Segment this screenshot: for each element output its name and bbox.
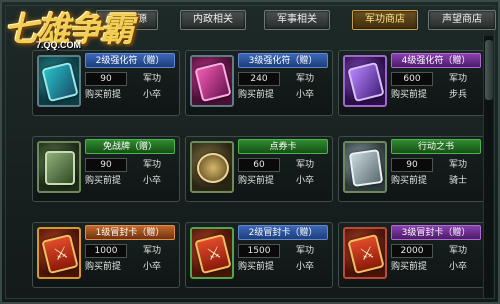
title-card-icon bbox=[41, 233, 79, 275]
title-card-icon bbox=[347, 233, 385, 275]
game-logo: 七雄争霸 7.QQ.COM bbox=[4, 2, 134, 58]
tab-military-merit-shop[interactable]: 军功商店 bbox=[352, 10, 418, 30]
title-card-icon bbox=[194, 233, 232, 275]
price-currency: 军功 bbox=[143, 74, 162, 84]
item-name: 1级冒封卡（赠） bbox=[85, 225, 175, 240]
scrollbar-thumb[interactable] bbox=[485, 40, 493, 100]
item-icon-slot bbox=[343, 141, 387, 193]
required-rank: 小卒 bbox=[449, 262, 468, 272]
shop-scrollbar[interactable] bbox=[483, 36, 493, 298]
item-price: 90 bbox=[391, 158, 433, 172]
requirement-label: 购买前提 bbox=[85, 176, 122, 186]
required-rank: 小卒 bbox=[143, 90, 162, 100]
item-name: 4级强化符（赠） bbox=[391, 53, 481, 68]
logo-subtitle: 7.QQ.COM bbox=[36, 40, 82, 50]
item-price: 90 bbox=[85, 158, 127, 172]
item-price: 1500 bbox=[238, 244, 280, 258]
shop-item-card[interactable]: 点券卡 60 军功 购买前提 小卒 bbox=[185, 136, 333, 202]
price-currency: 军功 bbox=[296, 246, 315, 256]
requirement-label: 购买前提 bbox=[238, 90, 275, 100]
tab-military[interactable]: 军事相关 bbox=[264, 10, 330, 30]
price-currency: 军功 bbox=[143, 160, 162, 170]
requirement-label: 购买前提 bbox=[238, 176, 275, 186]
requirement-label: 购买前提 bbox=[85, 90, 122, 100]
item-price: 90 bbox=[85, 72, 127, 86]
item-name: 行动之书 bbox=[391, 139, 481, 154]
item-icon-slot bbox=[190, 141, 234, 193]
enhance-scroll-icon bbox=[194, 61, 232, 103]
item-icon-slot bbox=[343, 227, 387, 279]
price-currency: 军功 bbox=[449, 74, 468, 84]
item-name: 2级冒封卡（赠） bbox=[238, 225, 328, 240]
item-name: 3级冒封卡（赠） bbox=[391, 225, 481, 240]
required-rank: 小卒 bbox=[143, 262, 162, 272]
enhance-scroll-icon bbox=[41, 61, 79, 103]
shop-item-card[interactable]: 免战牌（赠） 90 军功 购买前提 小卒 bbox=[32, 136, 180, 202]
enhance-scroll-icon bbox=[347, 61, 385, 103]
requirement-label: 购买前提 bbox=[391, 262, 428, 272]
item-name: 免战牌（赠） bbox=[85, 139, 175, 154]
required-rank: 骑士 bbox=[449, 176, 468, 186]
item-name: 点券卡 bbox=[238, 139, 328, 154]
required-rank: 小卒 bbox=[143, 176, 162, 186]
requirement-label: 购买前提 bbox=[391, 176, 428, 186]
shop-item-card[interactable]: 3级冒封卡（赠） 2000 军功 购买前提 小卒 bbox=[338, 222, 486, 288]
item-name: 3级强化符（赠） bbox=[238, 53, 328, 68]
shop-item-card[interactable]: 2级强化符（赠） 90 军功 购买前提 小卒 bbox=[32, 50, 180, 116]
shop-item-card[interactable]: 3级强化符（赠） 240 军功 购买前提 小卒 bbox=[185, 50, 333, 116]
shop-item-card[interactable]: 2级冒封卡（赠） 1500 军功 购买前提 小卒 bbox=[185, 222, 333, 288]
shop-item-card[interactable]: 行动之书 90 军功 购买前提 骑士 bbox=[338, 136, 486, 202]
price-currency: 军功 bbox=[296, 74, 315, 84]
item-price: 240 bbox=[238, 72, 280, 86]
price-currency: 军功 bbox=[449, 246, 468, 256]
item-icon-slot bbox=[190, 55, 234, 107]
tab-prestige-shop[interactable]: 声望商店 bbox=[428, 10, 496, 30]
requirement-label: 购买前提 bbox=[391, 90, 428, 100]
shop-item-card[interactable]: 1级冒封卡（赠） 1000 军功 购买前提 小卒 bbox=[32, 222, 180, 288]
requirement-label: 购买前提 bbox=[238, 262, 275, 272]
item-icon-slot bbox=[37, 55, 81, 107]
required-rank: 小卒 bbox=[296, 90, 315, 100]
item-price: 60 bbox=[238, 158, 280, 172]
requirement-label: 购买前提 bbox=[85, 262, 122, 272]
price-currency: 军功 bbox=[449, 160, 468, 170]
required-rank: 步兵 bbox=[449, 90, 468, 100]
price-currency: 军功 bbox=[296, 160, 315, 170]
item-price: 600 bbox=[391, 72, 433, 86]
item-icon-slot bbox=[190, 227, 234, 279]
item-icon-slot bbox=[37, 227, 81, 279]
item-price: 1000 bbox=[85, 244, 127, 258]
shop-item-card[interactable]: 4级强化符（赠） 600 军功 购买前提 步兵 bbox=[338, 50, 486, 116]
required-rank: 小卒 bbox=[296, 262, 315, 272]
item-price: 2000 bbox=[391, 244, 433, 258]
truce-token-icon bbox=[45, 151, 75, 185]
coupon-card-icon bbox=[197, 153, 229, 183]
item-icon-slot bbox=[37, 141, 81, 193]
item-icon-slot bbox=[343, 55, 387, 107]
required-rank: 小卒 bbox=[296, 176, 315, 186]
action-book-icon bbox=[348, 149, 384, 187]
tab-domestic[interactable]: 内政相关 bbox=[180, 10, 246, 30]
price-currency: 军功 bbox=[143, 246, 162, 256]
